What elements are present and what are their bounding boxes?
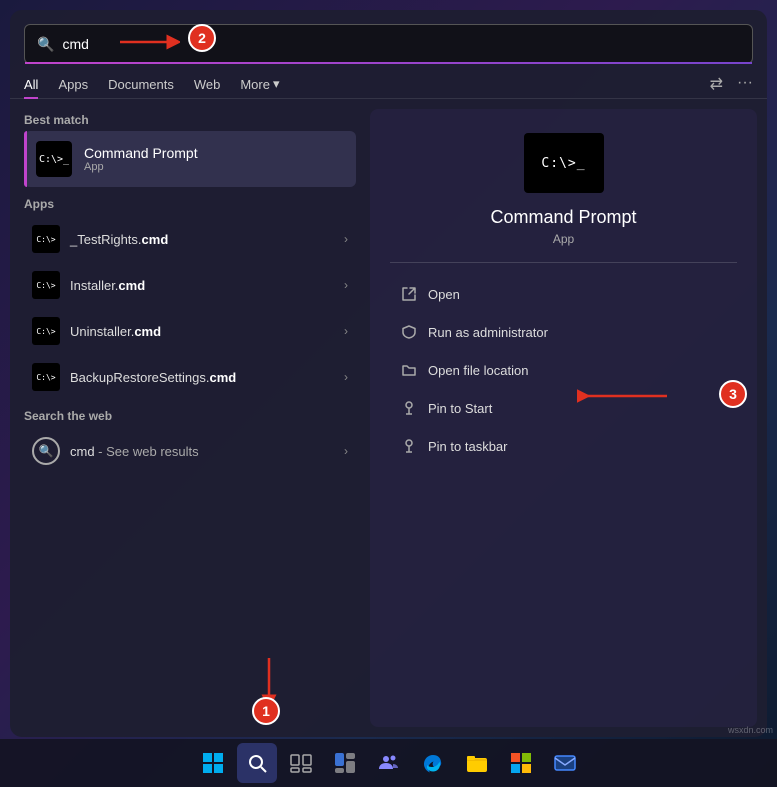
taskbar-search-button[interactable] <box>237 743 277 783</box>
app-icon-uninstaller: C:\> <box>32 317 60 345</box>
chevron-right-icon: › <box>344 324 348 338</box>
more-options-icon[interactable]: ··· <box>737 74 753 94</box>
best-match-section: Best match C:\>_ Command Prompt App <box>24 113 356 187</box>
cmd-icon: C:\>_ <box>36 141 72 177</box>
action-open[interactable]: Open <box>390 277 737 311</box>
taskbar-fileexplorer-button[interactable] <box>457 743 497 783</box>
cmd-icon-inner: C:\>_ <box>39 154 69 165</box>
web-section: Search the web 🔍 cmd - See web results › <box>24 409 356 473</box>
web-section-label: Search the web <box>24 409 356 423</box>
taskbar <box>0 739 777 787</box>
action-open-label: Open <box>428 287 460 302</box>
pin-start-icon <box>400 399 418 417</box>
tab-all[interactable]: All <box>24 71 38 98</box>
taskbar-start-button[interactable] <box>193 743 233 783</box>
pin-taskbar-icon <box>400 437 418 455</box>
taskbar-store-button[interactable] <box>501 743 541 783</box>
web-search-icon: 🔍 <box>32 437 60 465</box>
right-panel: C:\>_ Command Prompt App Open <box>370 109 757 727</box>
app-name-testcmd: _TestRights.cmd <box>70 232 334 247</box>
app-name-installer: Installer.cmd <box>70 278 334 293</box>
shield-icon <box>400 323 418 341</box>
action-pin-start-label: Pin to Start <box>428 401 492 416</box>
taskbar-teams-button[interactable] <box>369 743 409 783</box>
start-menu: 🔍 All Apps Documents Web More ▾ ⇄ ··· Be… <box>10 10 767 737</box>
best-match-item[interactable]: C:\>_ Command Prompt App <box>24 131 356 187</box>
action-list: Open Run as administrator <box>390 277 737 463</box>
action-open-location[interactable]: Open file location <box>390 353 737 387</box>
apps-section-label: Apps <box>24 197 356 211</box>
watermark: wsxdn.com <box>728 725 773 735</box>
tab-documents[interactable]: Documents <box>108 71 174 98</box>
list-item[interactable]: C:\> BackupRestoreSettings.cmd › <box>24 355 356 399</box>
badge-3: 3 <box>719 380 747 408</box>
app-icon-backuprestore: C:\> <box>32 363 60 391</box>
list-item[interactable]: C:\> Uninstaller.cmd › <box>24 309 356 353</box>
arrow-3 <box>577 386 667 411</box>
open-icon <box>400 285 418 303</box>
app-name-backuprestore: BackupRestoreSettings.cmd <box>70 370 334 385</box>
chevron-right-web-icon: › <box>344 444 348 458</box>
web-search-text: cmd - See web results <box>70 444 334 459</box>
best-match-title: Command Prompt <box>84 145 198 161</box>
app-preview-subtitle: App <box>553 232 574 246</box>
badge-2: 2 <box>188 24 216 52</box>
chevron-right-icon: › <box>344 370 348 384</box>
tab-more[interactable]: More ▾ <box>240 70 279 98</box>
arrow-2 <box>120 32 180 57</box>
divider <box>390 262 737 263</box>
chevron-down-icon: ▾ <box>273 76 280 92</box>
main-content: Best match C:\>_ Command Prompt App <box>10 99 767 737</box>
apps-section: Apps C:\> _TestRights.cmd › C:\> Install… <box>24 197 356 399</box>
chevron-right-icon: › <box>344 232 348 246</box>
taskbar-mail-button[interactable] <box>545 743 585 783</box>
tabs-actions: ⇄ ··· <box>710 74 753 94</box>
app-name-uninstaller: Uninstaller.cmd <box>70 324 334 339</box>
list-item[interactable]: C:\> Installer.cmd › <box>24 263 356 307</box>
taskbar-widgets-button[interactable] <box>325 743 365 783</box>
action-pin-start[interactable]: Pin to Start <box>390 391 737 425</box>
tab-apps[interactable]: Apps <box>58 71 88 98</box>
badge-1: 1 <box>252 697 280 725</box>
best-match-wrapper: C:\>_ Command Prompt App <box>24 131 356 187</box>
best-match-label: Best match <box>24 113 356 127</box>
tab-web[interactable]: Web <box>194 71 221 98</box>
search-icon: 🔍 <box>37 36 54 53</box>
share-icon[interactable]: ⇄ <box>710 74 723 94</box>
action-pin-taskbar[interactable]: Pin to taskbar <box>390 429 737 463</box>
tabs-bar: All Apps Documents Web More ▾ ⇄ ··· <box>10 64 767 99</box>
taskbar-edge-button[interactable] <box>413 743 453 783</box>
action-run-admin[interactable]: Run as administrator <box>390 315 737 349</box>
app-preview-title: Command Prompt <box>490 207 636 228</box>
chevron-right-icon: › <box>344 278 348 292</box>
taskbar-taskview-button[interactable] <box>281 743 321 783</box>
web-search-item[interactable]: 🔍 cmd - See web results › <box>24 429 356 473</box>
folder-icon <box>400 361 418 379</box>
app-icon-installer: C:\> <box>32 271 60 299</box>
list-item[interactable]: C:\> _TestRights.cmd › <box>24 217 356 261</box>
action-open-location-label: Open file location <box>428 363 528 378</box>
app-preview-icon: C:\>_ <box>524 133 604 193</box>
action-run-admin-label: Run as administrator <box>428 325 548 340</box>
best-match-subtitle: App <box>84 161 198 173</box>
action-pin-taskbar-label: Pin to taskbar <box>428 439 508 454</box>
app-icon-testcmd: C:\> <box>32 225 60 253</box>
best-match-info: Command Prompt App <box>84 145 198 173</box>
left-panel: Best match C:\>_ Command Prompt App <box>10 99 370 737</box>
